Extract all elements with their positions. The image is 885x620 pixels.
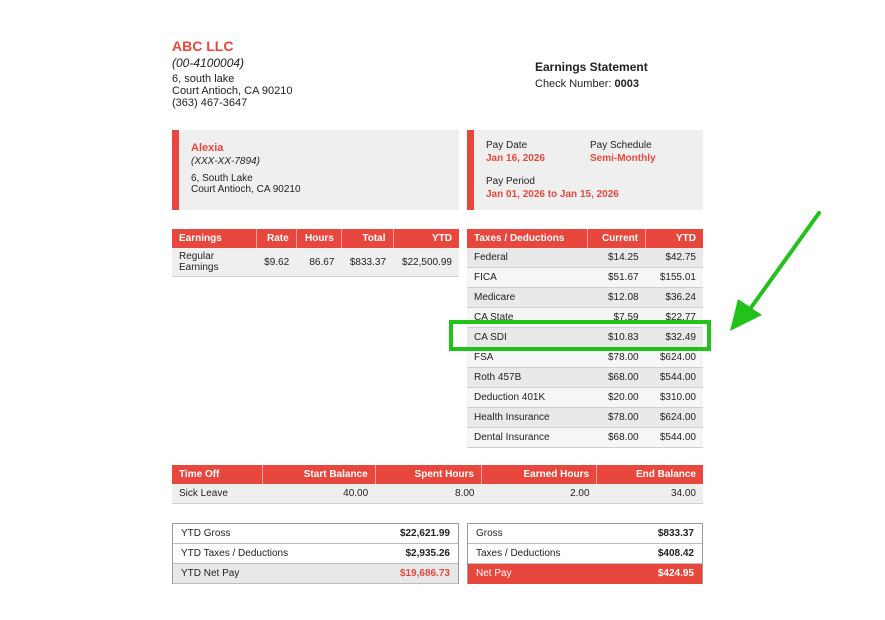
pay-schedule: Semi-Monthly — [590, 153, 656, 164]
table-row: Health Insurance $78.00 $624.00 — [467, 407, 703, 428]
check-number-line: Check Number: 0003 — [535, 78, 648, 90]
employee-name: Alexia — [191, 142, 224, 154]
tax-current: $78.00 — [587, 407, 646, 428]
earning-hours: 86.67 — [296, 248, 342, 277]
summary-row: YTD Taxes / Deductions $2,935.26 — [173, 544, 458, 564]
current-summary: Gross $833.37 Taxes / Deductions $408.42 N… — [467, 523, 703, 584]
time-off-header: Time Off — [172, 465, 263, 484]
earning-ytd: $22,500.99 — [393, 248, 459, 277]
earnings-header: Earnings — [172, 229, 257, 248]
summary-value: $833.37 — [657, 528, 694, 539]
summary-row: Taxes / Deductions $408.42 — [468, 544, 702, 564]
earnings-table: Earnings Rate Hours Total YTD Regular Ea… — [172, 229, 459, 277]
employee-panel: Alexia (XXX-XX-7894) 6, South Lake Court… — [172, 130, 459, 210]
green-arrow-icon — [730, 211, 821, 331]
pay-period: Jan 01, 2026 to Jan 15, 2026 — [486, 189, 619, 200]
company-id: (00-4100004) — [172, 56, 245, 70]
end-balance: 34.00 — [596, 484, 703, 504]
ytd-summary: YTD Gross $22,621.99 YTD Taxes / Deductio… — [172, 523, 459, 584]
ca-sdi-highlight-box — [449, 320, 711, 351]
tax-ytd: $310.00 — [645, 387, 703, 408]
employee-ssn: (XXX-XX-7894) — [191, 156, 260, 167]
table-row: Medicare $12.08 $36.24 — [467, 287, 703, 308]
pay-schedule-label: Pay Schedule — [590, 140, 652, 151]
tax-name: Deduction 401K — [467, 387, 588, 408]
employee-address-2: Court Antioch, CA 90210 — [191, 184, 301, 195]
company-name: ABC LLC — [172, 38, 234, 54]
earning-total: $833.37 — [341, 248, 394, 277]
company-address-1: 6, south lake — [172, 73, 235, 85]
start-balance-header: Start Balance — [262, 465, 376, 484]
tax-name: Health Insurance — [467, 407, 588, 428]
summary-value: $22,621.99 — [399, 528, 450, 539]
earned-hours-header: Earned Hours — [481, 465, 598, 484]
spent-hours-header: Spent Hours — [375, 465, 483, 484]
pay-schedule-block: Pay Schedule Semi-Monthly — [590, 140, 656, 164]
company-block: ABC LLC (00-4100004) 6, south lake Court… — [172, 38, 292, 109]
table-row: Deduction 401K $20.00 $310.00 — [467, 387, 703, 408]
tax-ytd: $544.00 — [645, 367, 703, 388]
statement-title: Earnings Statement — [535, 60, 648, 74]
company-phone: (363) 467-3647 — [172, 97, 248, 109]
summary-label: Gross — [476, 528, 503, 539]
tax-current: $12.08 — [587, 287, 646, 308]
total-header: Total — [341, 229, 394, 248]
tax-current: $68.00 — [587, 367, 646, 388]
earning-rate: $9.62 — [256, 248, 297, 277]
earning-name: Regular Earnings — [172, 248, 256, 277]
hours-header: Hours — [296, 229, 342, 248]
tax-current: $68.00 — [587, 427, 646, 448]
time-off-table: Time Off Start Balance Spent Hours Earne… — [172, 465, 703, 504]
tax-current: $20.00 — [587, 387, 646, 408]
current-header: Current — [587, 229, 647, 248]
rate-header: Rate — [256, 229, 297, 248]
start-balance: 40.00 — [262, 484, 376, 504]
tax-current: $51.67 — [587, 267, 646, 288]
tax-name: FICA — [467, 267, 588, 288]
check-number-label: Check Number: — [535, 78, 612, 90]
table-row: Federal $14.25 $42.75 — [467, 248, 703, 268]
time-off-name: Sick Leave — [172, 484, 263, 504]
tax-ytd: $155.01 — [645, 267, 703, 288]
tax-name: Medicare — [467, 287, 588, 308]
taxes-header: Taxes / Deductions — [467, 229, 588, 248]
pay-info-panel: Pay Date Jan 16, 2026 Pay Schedule Semi-… — [467, 130, 703, 210]
tax-ytd: $36.24 — [645, 287, 703, 308]
company-address-2: Court Antioch, CA 90210 — [172, 85, 293, 97]
spent-hours: 8.00 — [375, 484, 482, 504]
end-balance-header: End Balance — [596, 465, 703, 484]
tax-ytd: $544.00 — [645, 427, 703, 448]
summary-value: $408.42 — [657, 548, 694, 559]
table-row: Roth 457B $68.00 $544.00 — [467, 367, 703, 388]
summary-label: Net Pay — [476, 568, 512, 579]
summary-row: YTD Net Pay $19,686.73 — [173, 564, 458, 584]
tax-name: Dental Insurance — [467, 427, 588, 448]
summary-row: Gross $833.37 — [468, 524, 702, 544]
summary-label: Taxes / Deductions — [476, 548, 561, 559]
table-row: FICA $51.67 $155.01 — [467, 267, 703, 288]
check-number: 0003 — [614, 78, 639, 90]
earned-hours: 2.00 — [481, 484, 597, 504]
table-row: Regular Earnings $9.62 86.67 $833.37 $22… — [172, 248, 459, 277]
summary-value: $2,935.26 — [405, 548, 451, 559]
summary-label: YTD Gross — [181, 528, 231, 539]
summary-value: $19,686.73 — [399, 568, 450, 579]
table-row: Dental Insurance $68.00 $544.00 — [467, 427, 703, 448]
summary-label: YTD Net Pay — [181, 568, 240, 579]
tax-ytd-header: YTD — [645, 229, 703, 248]
statement-header: Earnings Statement Check Number: 0003 — [535, 60, 648, 90]
ytd-header: YTD — [393, 229, 459, 248]
summary-row: Net Pay $424.95 — [468, 564, 702, 584]
summary-label: YTD Taxes / Deductions — [181, 548, 289, 559]
tax-current: $14.25 — [587, 248, 646, 268]
tax-ytd: $42.75 — [645, 248, 703, 268]
tax-name: Federal — [467, 248, 588, 268]
pay-period-label: Pay Period — [486, 176, 535, 187]
summary-value: $424.95 — [657, 568, 694, 579]
summary-row: YTD Gross $22,621.99 — [173, 524, 458, 544]
employee-address-1: 6, South Lake — [191, 173, 253, 184]
tax-ytd: $624.00 — [645, 407, 703, 428]
table-row: Sick Leave 40.00 8.00 2.00 34.00 — [172, 484, 703, 504]
tax-name: Roth 457B — [467, 367, 588, 388]
